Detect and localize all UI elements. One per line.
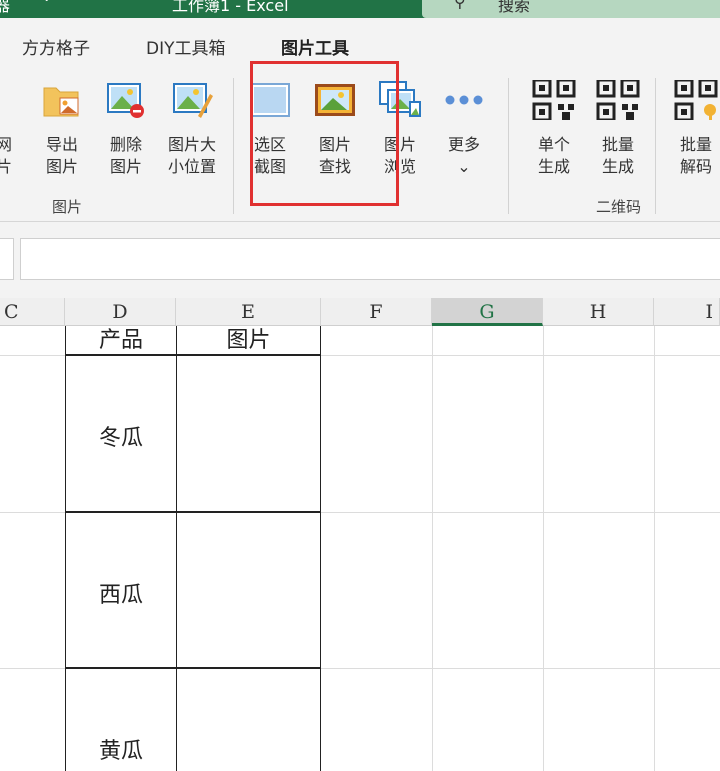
title-bar: 器 ⌄ 工作簿1 - Excel ⚲ 搜索 — [0, 0, 720, 18]
export-picture-button[interactable]: 导出 图片 — [30, 66, 94, 186]
web-picture-button[interactable]: 网 片 — [0, 66, 14, 186]
column-header-g[interactable]: G — [432, 298, 543, 326]
table-border — [320, 326, 321, 771]
tab-picture-tools[interactable]: 图片工具 — [281, 34, 349, 59]
table-border — [65, 511, 321, 513]
qr-code-icon — [596, 80, 640, 120]
tab-fangfang[interactable]: 方方格子 — [22, 34, 90, 59]
table-border — [65, 667, 321, 669]
picture-size-position-button[interactable]: 图片大 小位置 — [160, 66, 224, 186]
column-header-c[interactable]: C — [0, 298, 65, 326]
qr-single-generate-button[interactable]: 单个 生成 — [522, 66, 586, 186]
group-label-picture: 图片 — [52, 198, 83, 216]
qr-batch-decode-label: 批量 解码 — [679, 135, 712, 176]
ribbon-panel: 网 片 导出 图片 删除 图片 图片大 小位置 选区 截图 图片 查找 图片 浏… — [0, 61, 720, 222]
more-dots-icon — [445, 95, 483, 105]
table-border — [176, 326, 177, 771]
formula-input[interactable] — [20, 238, 720, 280]
ribbon-separator — [233, 78, 234, 214]
ribbon-tabs: 方方格子 DIY工具箱 图片工具 — [0, 18, 720, 66]
web-picture-label: 网 片 — [0, 135, 12, 176]
picture-delete-icon — [107, 83, 144, 118]
ribbon-separator — [655, 78, 656, 214]
more-button[interactable]: 更多 ⌄ — [432, 66, 496, 186]
folder-export-icon — [43, 87, 79, 117]
tab-diy-toolbox[interactable]: DIY工具箱 — [146, 34, 226, 59]
gridline — [543, 326, 544, 771]
column-header-d[interactable]: D — [65, 298, 176, 326]
delete-picture-button[interactable]: 删除 图片 — [94, 66, 158, 186]
search-placeholder: 搜索 — [498, 0, 531, 15]
qr-batch-generate-label: 批量 生成 — [601, 135, 634, 176]
picture-size-position-label: 图片大 小位置 — [167, 135, 216, 176]
qr-batch-decode-button[interactable]: 批量 解码 — [664, 66, 720, 186]
more-label: 更多 ⌄ — [447, 135, 480, 176]
qr-single-generate-label: 单个 生成 — [537, 135, 570, 176]
name-box[interactable] — [0, 238, 14, 280]
ribbon-separator — [508, 78, 509, 214]
highlight-box — [250, 61, 399, 206]
header-cell-product[interactable]: 产品 — [66, 326, 176, 354]
column-header-e[interactable]: E — [176, 298, 321, 326]
export-picture-label: 导出 图片 — [45, 135, 78, 176]
delete-picture-label: 删除 图片 — [109, 135, 142, 176]
table-cell-product[interactable]: 冬瓜 — [66, 420, 176, 452]
qr-decode-icon — [674, 80, 718, 120]
gridline — [654, 326, 655, 771]
table-cell-product[interactable]: 黄瓜 — [66, 733, 176, 765]
picture-edit-icon — [173, 83, 213, 118]
column-header-i[interactable]: I — [654, 298, 720, 326]
title-left-text: 器 — [0, 0, 11, 15]
search-icon: ⚲ — [454, 0, 466, 11]
group-label-qrcode: 二维码 — [596, 198, 642, 216]
header-cell-picture[interactable]: 图片 — [177, 326, 320, 354]
table-border — [65, 354, 321, 356]
table-cell-product[interactable]: 西瓜 — [66, 577, 176, 609]
formula-bar-area — [0, 222, 720, 298]
table-border — [65, 326, 66, 771]
search-box[interactable]: ⚲ 搜索 — [422, 0, 720, 18]
web-picture-icon — [0, 80, 9, 120]
column-header-h[interactable]: H — [543, 298, 654, 326]
qr-code-icon — [532, 80, 576, 120]
qr-batch-generate-button[interactable]: 批量 生成 — [586, 66, 650, 186]
gridline — [432, 326, 433, 771]
window-title: 工作簿1 - Excel — [172, 0, 289, 15]
column-header-f[interactable]: F — [321, 298, 432, 326]
dropdown-icon[interactable]: ⌄ — [40, 0, 53, 5]
